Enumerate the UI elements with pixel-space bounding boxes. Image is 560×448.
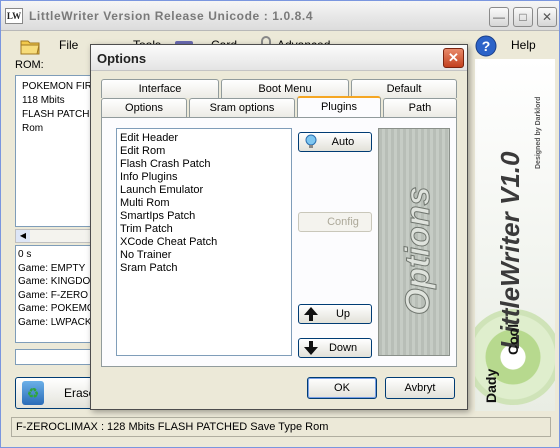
move-up-button[interactable]: Up bbox=[298, 304, 372, 324]
list-item[interactable]: Info Plugins bbox=[120, 171, 291, 184]
config-button[interactable]: Config bbox=[298, 212, 372, 232]
tab-interface[interactable]: Interface bbox=[101, 79, 219, 98]
plugins-panel: Edit Header Edit Rom Flash Crash Patch I… bbox=[101, 117, 457, 367]
brand-left: Dady bbox=[483, 368, 499, 403]
horizontal-scrollbar[interactable]: ◀ bbox=[15, 229, 95, 243]
game-log: 0 s Game: EMPTY Game: KINGDO Game: F-ZER… bbox=[15, 245, 95, 343]
cancel-button[interactable]: Avbryt bbox=[385, 377, 455, 399]
list-item[interactable]: Edit Rom bbox=[120, 145, 291, 158]
log-line: Game: POKEMO bbox=[18, 303, 95, 314]
help-icon: ? bbox=[475, 35, 497, 57]
rom-info-line: FLASH PATCH bbox=[22, 109, 90, 120]
minimize-button[interactable]: — bbox=[489, 7, 509, 27]
rom-info-line: 118 Mbits bbox=[22, 95, 65, 106]
maximize-button[interactable]: □ bbox=[513, 7, 533, 27]
list-item[interactable]: Sram Patch bbox=[120, 262, 291, 275]
list-item[interactable]: Multi Rom bbox=[120, 197, 291, 210]
progress-bar bbox=[15, 349, 95, 365]
list-item[interactable]: Launch Emulator bbox=[120, 184, 291, 197]
rom-info-box: POKEMON FIR 118 Mbits FLASH PATCH Rom bbox=[15, 75, 95, 227]
svg-text:?: ? bbox=[482, 38, 491, 54]
options-dialog: Options ✕ Interface Boot Menu Default Op… bbox=[90, 44, 468, 410]
list-item[interactable]: XCode Cheat Patch bbox=[120, 236, 291, 249]
log-line: 0 s bbox=[18, 249, 32, 260]
dialog-close-button[interactable]: ✕ bbox=[443, 48, 464, 68]
banner-credit: Designed by Darklord bbox=[535, 96, 542, 169]
erase-button[interactable]: ♻ Erase bbox=[15, 377, 95, 409]
list-item[interactable]: Edit Header bbox=[120, 132, 291, 145]
list-item[interactable]: No Trainer bbox=[120, 249, 291, 262]
log-line: Game: F-ZERO bbox=[18, 289, 89, 301]
list-item[interactable]: Trim Patch bbox=[120, 223, 291, 236]
lightbulb-icon bbox=[305, 134, 317, 148]
ok-button[interactable]: OK bbox=[307, 377, 377, 399]
rom-info-line: POKEMON FIR bbox=[22, 81, 93, 92]
log-line: Game: LWPACK bbox=[18, 316, 92, 328]
brand-right: Cool bbox=[505, 323, 521, 355]
menu-file[interactable]: File bbox=[19, 35, 79, 55]
title-bar: LW LittleWriter Version Release Unicode … bbox=[1, 1, 559, 31]
tab-path[interactable]: Path bbox=[383, 98, 457, 117]
auto-button[interactable]: Auto bbox=[298, 132, 372, 152]
rom-label: ROM: bbox=[15, 59, 44, 71]
arrow-down-icon bbox=[304, 341, 318, 355]
log-line: Game: EMPTY bbox=[18, 262, 86, 274]
rom-info-line: Rom bbox=[22, 123, 44, 134]
window-title: LittleWriter Version Release Unicode : 1… bbox=[29, 9, 314, 23]
side-banner: LittleWriter V1.0 Designed by Darklord D… bbox=[475, 59, 555, 411]
tab-plugins[interactable]: Plugins bbox=[297, 96, 381, 117]
log-line: Game: KINGDO bbox=[18, 276, 91, 287]
options-banner-text: Options bbox=[399, 186, 438, 315]
tab-sram-options[interactable]: Sram options bbox=[189, 98, 295, 117]
tab-options[interactable]: Options bbox=[101, 98, 187, 117]
options-banner-image: Options bbox=[378, 128, 450, 356]
list-item[interactable]: Flash Crash Patch bbox=[120, 158, 291, 171]
dialog-title: Options bbox=[97, 51, 147, 66]
close-button[interactable]: ✕ bbox=[537, 7, 557, 27]
list-item[interactable]: SmartIps Patch bbox=[120, 210, 291, 223]
scroll-left-icon[interactable]: ◀ bbox=[16, 230, 30, 242]
arrow-up-icon bbox=[304, 307, 318, 321]
recycle-bin-icon: ♻ bbox=[22, 381, 44, 405]
status-bar: F-ZEROCLIMAX : 128 Mbits FLASH PATCHED S… bbox=[11, 417, 551, 437]
menu-help[interactable]: ? Help bbox=[475, 35, 545, 57]
app-icon: LW bbox=[5, 8, 23, 24]
banner-title: LittleWriter V1.0 bbox=[495, 151, 525, 349]
folder-icon bbox=[20, 40, 40, 55]
dialog-title-bar: Options ✕ bbox=[91, 45, 467, 71]
move-down-button[interactable]: Down bbox=[298, 338, 372, 358]
plugin-list[interactable]: Edit Header Edit Rom Flash Crash Patch I… bbox=[116, 128, 292, 356]
